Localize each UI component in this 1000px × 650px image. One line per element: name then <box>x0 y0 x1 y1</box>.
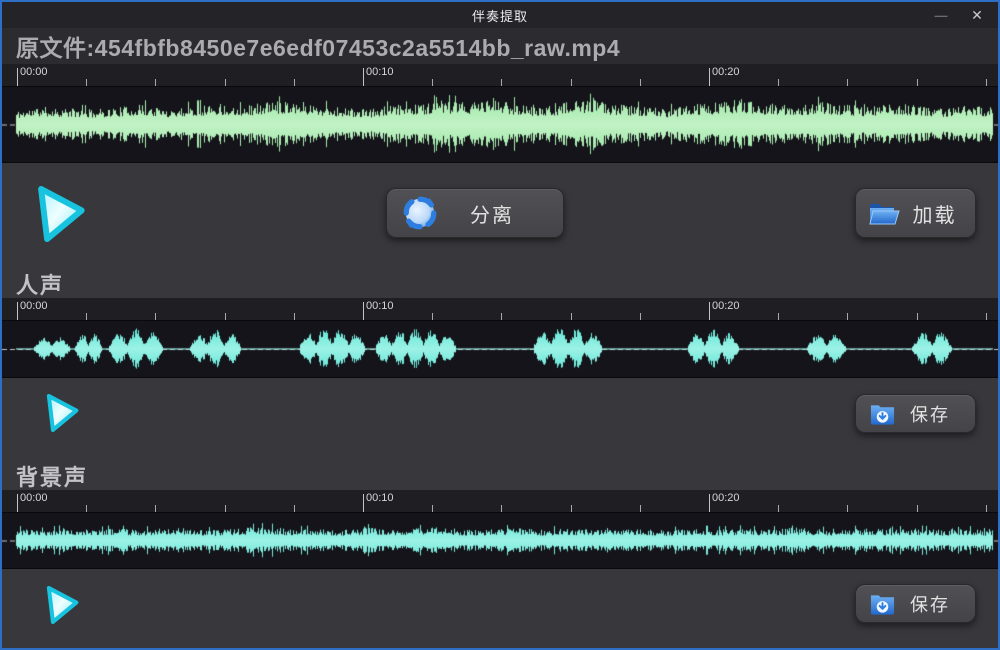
ruler-tick-label: 00:00 <box>20 66 48 78</box>
open-folder-icon <box>868 198 902 228</box>
ruler-tick <box>917 313 918 320</box>
ruler-tick <box>571 505 572 512</box>
ruler-tick-label: 00:10 <box>366 300 394 312</box>
window-title: 伴奏提取 <box>472 6 528 25</box>
ruler-tick <box>17 494 18 512</box>
ruler-tick <box>571 79 572 86</box>
ruler-tick <box>501 79 502 86</box>
ruler-tick <box>363 68 364 86</box>
ruler-tick <box>847 313 848 320</box>
ruler-tick <box>86 79 87 86</box>
ruler-tick <box>640 313 641 320</box>
save-vocals-button[interactable]: 保存 <box>855 394 976 433</box>
ruler-tick <box>986 313 987 320</box>
ruler-tick <box>363 494 364 512</box>
ruler-tick-label: 00:20 <box>712 66 740 78</box>
ruler-tick-label: 00:10 <box>366 66 394 78</box>
waveform-panel-background[interactable] <box>2 512 998 569</box>
load-button[interactable]: 加载 <box>855 188 976 238</box>
load-button-label: 加载 <box>902 199 975 228</box>
ruler-tick <box>501 313 502 320</box>
original-file-label: 原文件:454fbfb8450e7e6edf07453c2a5514bb_raw… <box>16 29 620 63</box>
waveform-background[interactable] <box>2 513 998 568</box>
ruler-tick <box>86 313 87 320</box>
ruler-tick <box>432 505 433 512</box>
waveform-vocals[interactable] <box>2 321 998 377</box>
ruler-tick <box>155 313 156 320</box>
titlebar: 伴奏提取 <box>2 2 998 28</box>
save-folder-icon <box>870 403 895 425</box>
ruler-tick <box>225 505 226 512</box>
ruler-tick-label: 00:20 <box>712 300 740 312</box>
play-icon <box>49 396 76 430</box>
save-folder-icon <box>870 593 895 615</box>
ruler-tick <box>432 79 433 86</box>
ruler-tick <box>917 79 918 86</box>
ruler-tick <box>571 313 572 320</box>
timeline-ruler-original[interactable]: 00:00 00:10 00:20 <box>2 64 998 86</box>
waveform-panel-original[interactable] <box>2 86 998 163</box>
ruler-tick <box>363 302 364 320</box>
process-icon <box>401 194 439 232</box>
ruler-tick-label: 00:00 <box>20 492 48 504</box>
ruler-tick <box>86 505 87 512</box>
ruler-tick <box>17 68 18 86</box>
ruler-tick <box>778 505 779 512</box>
play-icon <box>41 189 82 239</box>
close-button[interactable]: ✕ <box>960 2 994 28</box>
waveform-panel-vocals[interactable] <box>2 320 998 378</box>
ruler-tick <box>847 79 848 86</box>
play-button-background[interactable] <box>40 584 82 626</box>
save-background-label: 保存 <box>895 591 975 617</box>
ruler-tick <box>225 79 226 86</box>
ruler-tick-label: 00:00 <box>20 300 48 312</box>
ruler-tick <box>225 313 226 320</box>
ruler-tick <box>155 79 156 86</box>
ruler-tick <box>986 505 987 512</box>
separate-button[interactable]: 分离 <box>386 188 564 238</box>
ruler-tick <box>917 505 918 512</box>
waveform-original[interactable] <box>2 87 998 162</box>
vocals-section-label: 人声 <box>16 268 64 300</box>
ruler-tick <box>986 79 987 86</box>
ruler-tick <box>294 79 295 86</box>
ruler-tick <box>294 505 295 512</box>
save-vocals-label: 保存 <box>895 401 975 427</box>
ruler-tick <box>501 505 502 512</box>
ruler-tick-label: 00:10 <box>366 492 394 504</box>
play-icon <box>49 588 76 622</box>
minimize-icon: — <box>935 8 948 23</box>
play-button-original[interactable] <box>28 183 90 245</box>
ruler-tick <box>432 313 433 320</box>
ruler-tick <box>847 505 848 512</box>
ruler-tick-label: 00:20 <box>712 492 740 504</box>
app-window: 伴奏提取 — ✕ 原文件:454fbfb8450e7e6edf07453c2a5… <box>0 0 1000 650</box>
timeline-ruler-background[interactable]: 00:00 00:10 00:20 <box>2 490 998 512</box>
ruler-tick <box>709 302 710 320</box>
header: 原文件:454fbfb8450e7e6edf07453c2a5514bb_raw… <box>2 28 998 64</box>
ruler-tick <box>778 79 779 86</box>
ruler-tick <box>294 313 295 320</box>
ruler-tick <box>640 505 641 512</box>
ruler-tick <box>155 505 156 512</box>
background-section-label: 背景声 <box>16 460 88 492</box>
minimize-button[interactable]: — <box>924 2 958 28</box>
close-icon: ✕ <box>971 7 983 24</box>
timeline-ruler-vocals[interactable]: 00:00 00:10 00:20 <box>2 298 998 320</box>
ruler-tick <box>709 68 710 86</box>
ruler-tick <box>17 302 18 320</box>
ruler-tick <box>640 79 641 86</box>
save-background-button[interactable]: 保存 <box>855 584 976 623</box>
ruler-tick <box>778 313 779 320</box>
play-button-vocals[interactable] <box>40 392 82 434</box>
ruler-tick <box>709 494 710 512</box>
separate-button-label: 分离 <box>439 199 563 228</box>
